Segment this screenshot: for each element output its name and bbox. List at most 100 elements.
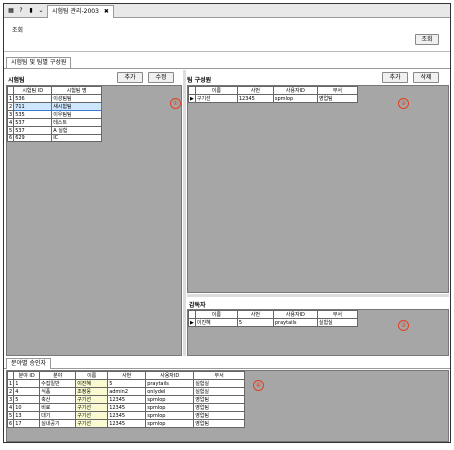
employee-number-cell[interactable]: admin2 — [107, 387, 147, 396]
table-row[interactable]: 3 5 축산 구기선 12345 spmlop 영업팀 — [6, 395, 245, 404]
team-name-cell[interactable]: 이우팀팀 — [51, 110, 102, 119]
column-header[interactable]: 부서 — [193, 371, 245, 380]
field-cell[interactable]: 식품 — [39, 387, 77, 396]
table-row[interactable]: 6 17 실내공기 구기선 12345 spmlop 영업팀 — [6, 419, 245, 428]
team-name-cell[interactable]: IC — [51, 134, 102, 142]
column-header[interactable]: 이름 — [194, 310, 238, 319]
user-id-cell[interactable]: praytails — [145, 379, 195, 388]
team-id-cell[interactable]: 536 — [13, 94, 53, 103]
search-button[interactable]: 조회 — [415, 34, 439, 45]
team-id-cell[interactable]: 535 — [13, 110, 53, 119]
table-row[interactable]: 5 13 대기 구기선 12345 spmlop 영업팀 — [6, 411, 245, 420]
field-cell[interactable]: 수집일반 — [39, 379, 77, 388]
field-cell[interactable]: 비료 — [39, 403, 77, 412]
team-name-cell[interactable]: 이성팀팀 — [51, 94, 102, 103]
employee-number-cell[interactable]: 12345 — [107, 411, 147, 420]
panel-splitter[interactable] — [183, 70, 186, 356]
delete-member-button[interactable]: 삭제 — [413, 72, 439, 83]
team-id-cell[interactable]: 711 — [13, 102, 53, 111]
document-icon[interactable]: ▮ — [27, 7, 35, 15]
department-cell[interactable]: 영업팀 — [193, 395, 245, 404]
column-header[interactable]: 이름 — [75, 371, 109, 380]
department-cell[interactable]: 실험실 — [193, 379, 245, 388]
employee-number-cell[interactable]: 12345 — [236, 94, 274, 103]
grid-icon[interactable]: ▦ — [7, 7, 15, 15]
name-cell[interactable]: 구기선 — [75, 403, 109, 412]
column-header[interactable]: 부서 — [316, 86, 359, 95]
employee-number-cell[interactable]: 5 — [107, 379, 147, 388]
team-id-cell[interactable]: 629 — [13, 134, 53, 142]
team-name-cell[interactable]: 테스트 — [51, 118, 102, 127]
name-cell[interactable]: 구기선 — [75, 419, 109, 428]
column-header[interactable]: 분야 ID — [13, 371, 41, 380]
user-id-cell[interactable]: praytails — [272, 318, 318, 327]
field-id-cell[interactable]: 1 — [13, 379, 41, 388]
team-name-cell[interactable]: A 실험 — [51, 126, 102, 135]
column-header[interactable]: 시험팀 ID — [13, 86, 53, 95]
field-id-cell[interactable]: 10 — [13, 403, 41, 412]
name-cell[interactable]: 구기선 — [75, 395, 109, 404]
table-row[interactable]: ▶ 이진혜 5 praytails 실험실 — [188, 318, 359, 327]
employee-number-cell[interactable]: 5 — [236, 318, 274, 327]
dropdown-icon[interactable]: ⌄ — [37, 7, 45, 15]
tab-field-approvers[interactable]: 분야별 승인자 — [6, 358, 52, 369]
field-cell[interactable]: 축산 — [39, 395, 77, 404]
column-header[interactable]: 이름 — [194, 86, 238, 95]
table-row[interactable]: 1 1 수집일반 이진혜 5 praytails 실험실 — [6, 379, 245, 388]
column-header[interactable]: 부서 — [316, 310, 359, 319]
column-header[interactable]: 사용자ID — [272, 86, 318, 95]
employee-number-cell[interactable]: 12345 — [107, 419, 147, 428]
table-row[interactable]: 3 535 이우팀팀 — [6, 110, 102, 119]
user-id-cell[interactable]: onlydel — [145, 387, 195, 396]
name-cell[interactable]: 구기선 — [75, 411, 109, 420]
name-cell[interactable]: 구기선 — [194, 94, 238, 103]
column-header[interactable]: 사용자ID — [272, 310, 318, 319]
column-header[interactable]: 시험팀 명 — [51, 86, 102, 95]
field-cell[interactable]: 대기 — [39, 411, 77, 420]
name-cell[interactable]: 이진혜 — [75, 379, 109, 388]
name-cell[interactable]: 이진혜 — [194, 318, 238, 327]
user-id-cell[interactable]: spmlop — [145, 395, 195, 404]
department-cell[interactable]: 영업팀 — [193, 411, 245, 420]
column-header[interactable]: 사번 — [236, 310, 274, 319]
employee-number-cell[interactable]: 12345 — [107, 395, 147, 404]
user-id-cell[interactable]: spmlop — [272, 94, 318, 103]
column-header[interactable]: 사번 — [236, 86, 274, 95]
user-id-cell[interactable]: spmlop — [145, 411, 195, 420]
table-row[interactable]: 6 629 IC — [6, 134, 102, 142]
table-row[interactable]: 4 10 비료 구기선 12345 spmlop 영업팀 — [6, 403, 245, 412]
tab-test-team-members[interactable]: 시험팀 및 팀별 구성원 — [6, 57, 72, 68]
department-cell[interactable]: 영업팀 — [316, 94, 359, 103]
department-cell[interactable]: 영업팀 — [193, 419, 245, 428]
column-header[interactable]: 분야 — [39, 371, 77, 380]
field-id-cell[interactable]: 13 — [13, 411, 41, 420]
add-member-button[interactable]: 추가 — [382, 72, 408, 83]
add-team-button[interactable]: 추가 — [117, 72, 143, 83]
department-cell[interactable]: 실험실 — [316, 318, 359, 327]
panel-splitter[interactable] — [187, 294, 449, 297]
team-id-cell[interactable]: 537 — [13, 126, 53, 135]
column-header[interactable]: 사번 — [107, 371, 147, 380]
field-id-cell[interactable]: 17 — [13, 419, 41, 428]
team-name-cell[interactable]: 새시험팀 — [51, 102, 102, 111]
field-id-cell[interactable]: 4 — [13, 387, 41, 396]
user-id-cell[interactable]: spmlop — [145, 403, 195, 412]
edit-team-button[interactable]: 수정 — [148, 72, 174, 83]
tab-test-team-management[interactable]: 시험팀 관리-2003 ✖ — [47, 5, 114, 18]
employee-number-cell[interactable]: 12345 — [107, 403, 147, 412]
help-icon[interactable]: ? — [17, 7, 25, 15]
name-cell[interactable]: 조정웅 — [75, 387, 109, 396]
table-row[interactable]: 2 4 식품 조정웅 admin2 onlydel 실험실 — [6, 387, 245, 396]
table-row[interactable]: 5 537 A 실험 — [6, 126, 102, 135]
field-cell[interactable]: 실내공기 — [39, 419, 77, 428]
column-header[interactable]: 사용자ID — [145, 371, 195, 380]
close-icon[interactable]: ✖ — [104, 8, 109, 15]
team-id-cell[interactable]: 537 — [13, 118, 53, 127]
table-row[interactable]: ▶ 구기선 12345 spmlop 영업팀 — [188, 94, 359, 103]
department-cell[interactable]: 영업팀 — [193, 403, 245, 412]
department-cell[interactable]: 실험실 — [193, 387, 245, 396]
table-row[interactable]: 1 536 이성팀팀 — [6, 94, 102, 103]
field-id-cell[interactable]: 5 — [13, 395, 41, 404]
table-row[interactable]: 4 537 테스트 — [6, 118, 102, 127]
table-row-selected[interactable]: 2 711 새시험팀 — [6, 102, 102, 111]
